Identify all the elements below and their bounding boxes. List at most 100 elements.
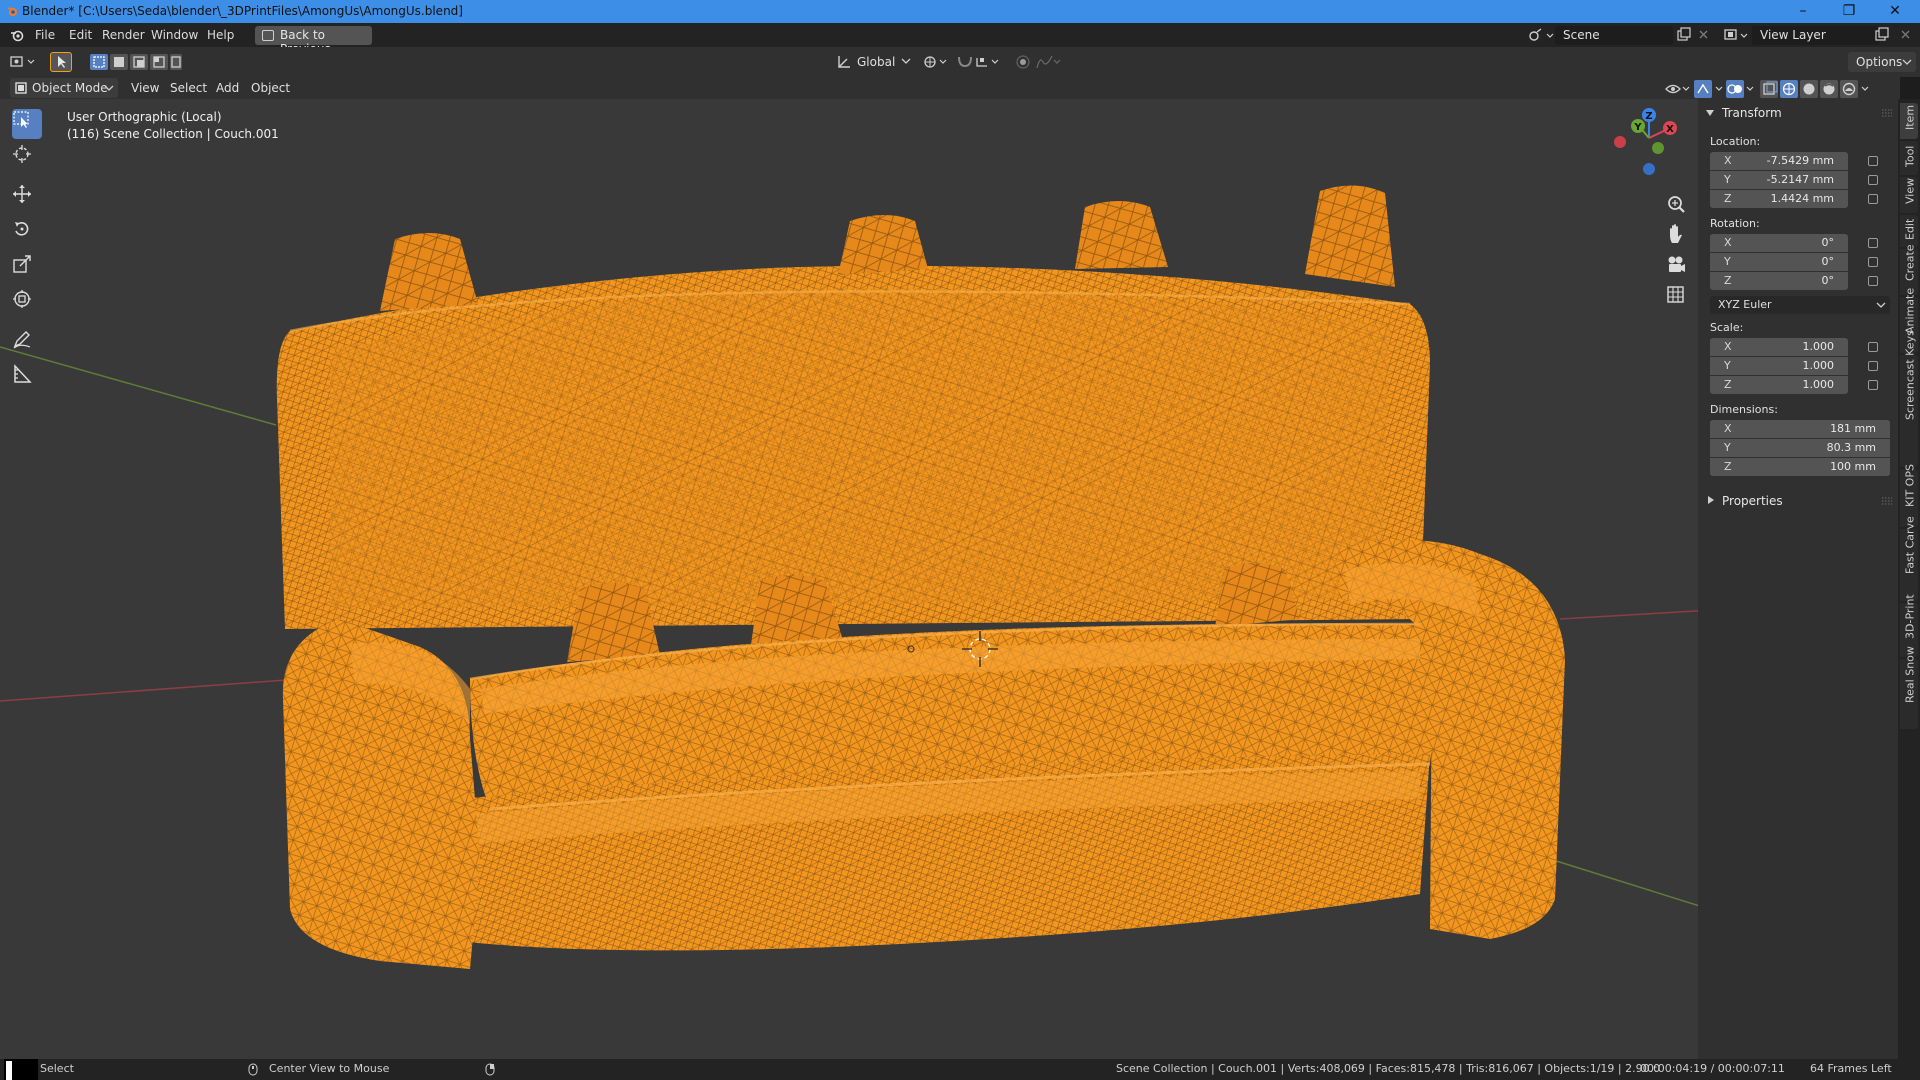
tab-tool[interactable]: Tool xyxy=(1900,141,1918,175)
scene-icon[interactable] xyxy=(1528,28,1554,42)
location-z-field[interactable]: Z 1.4424 mm xyxy=(1710,190,1848,208)
transform-orientation-label[interactable]: Global xyxy=(857,55,895,69)
scene-statistics: Scene Collection | Couch.001 | Verts:408… xyxy=(1116,1062,1661,1075)
scale-x-field[interactable]: X 1.000 xyxy=(1710,338,1848,356)
tab-view[interactable]: View xyxy=(1900,177,1918,213)
menu-help[interactable]: Help xyxy=(207,28,234,42)
move-tool[interactable] xyxy=(12,184,42,214)
collection-info: (116) Scene Collection | Couch.001 xyxy=(67,127,279,141)
menu-render[interactable]: Render xyxy=(102,28,145,42)
lock-icon[interactable] xyxy=(1868,238,1878,248)
pencil-icon xyxy=(13,331,31,349)
scale-z-field[interactable]: Z 1.000 xyxy=(1710,376,1848,394)
view-layer-copy-close-icons[interactable] xyxy=(1874,27,1916,43)
chevron-down-icon xyxy=(104,85,114,91)
lock-icon[interactable] xyxy=(1868,342,1878,352)
drag-handle-icon[interactable] xyxy=(1882,497,1892,505)
rotation-y-field[interactable]: Y 0° xyxy=(1710,253,1848,271)
annotate-tool[interactable] xyxy=(12,329,42,359)
menu-add[interactable]: Add xyxy=(216,81,239,95)
rotation-x-field[interactable]: X 0° xyxy=(1710,234,1848,252)
menu-file[interactable]: File xyxy=(35,28,55,42)
lock-icon[interactable] xyxy=(1868,361,1878,371)
lock-icon[interactable] xyxy=(1868,380,1878,390)
location-y-field[interactable]: Y -5.2147 mm xyxy=(1710,171,1848,189)
axis-label: Y xyxy=(1724,441,1731,454)
lock-icon[interactable] xyxy=(1868,276,1878,286)
tab-item[interactable]: Item xyxy=(1900,103,1918,139)
tab-edit[interactable]: Edit xyxy=(1900,215,1918,247)
rotate-tool[interactable] xyxy=(12,219,42,249)
3d-viewport[interactable]: User Orthographic (Local) (116) Scene Co… xyxy=(0,99,1900,1059)
rotation-z-field[interactable]: Z 0° xyxy=(1710,272,1848,290)
sidebar-n-panel: Transform Location: X -7.5429 mm Y -5.2147… xyxy=(1698,99,1898,1059)
scene-name-field[interactable]: Scene xyxy=(1555,26,1673,45)
tab-edit-label: Edit xyxy=(1903,218,1917,240)
axis-label: Z xyxy=(1724,274,1732,287)
zoom-icon xyxy=(1668,196,1685,213)
scene-copy-close-icons[interactable] xyxy=(1676,27,1712,43)
tab-3d-print-label: 3D-Print xyxy=(1903,594,1917,639)
measure-tool[interactable] xyxy=(12,364,42,394)
mouse-left-indicator xyxy=(4,1059,38,1080)
tab-screencast-keys[interactable]: Screencast Keys xyxy=(1900,330,1918,467)
dimensions-y-field[interactable]: Y 80.3 mm xyxy=(1710,439,1890,457)
scale-y-field[interactable]: Y 1.000 xyxy=(1710,357,1848,375)
editor-type-icon[interactable] xyxy=(10,54,40,70)
toggle-orthographic-button[interactable] xyxy=(1661,281,1691,309)
ruler-icon xyxy=(14,364,32,383)
transform-panel-header[interactable]: Transform xyxy=(1698,101,1898,125)
lock-icon[interactable] xyxy=(1868,257,1878,267)
viewport-header-menus: Object Mode View Select Add Object xyxy=(0,77,1900,99)
close-button[interactable]: ✕ xyxy=(1872,0,1918,23)
properties-panel-header[interactable]: Properties xyxy=(1698,489,1898,513)
axis-label: X xyxy=(1724,422,1732,435)
blender-menu-icon[interactable] xyxy=(10,28,24,42)
selection-mode-icons[interactable] xyxy=(90,54,182,70)
options-dropdown[interactable]: Options xyxy=(1848,52,1916,72)
frames-left: 64 Frames Left xyxy=(1810,1062,1892,1075)
pan-button[interactable] xyxy=(1661,221,1691,249)
couch-wireframe-mesh[interactable] xyxy=(276,185,1565,969)
tab-fast-carve[interactable]: Fast Carve xyxy=(1900,516,1918,601)
pivot-snap-proportional-icons[interactable] xyxy=(922,54,1062,70)
cursor-tool[interactable] xyxy=(12,144,42,174)
scale-tool[interactable] xyxy=(12,254,42,284)
camera-view-button[interactable] xyxy=(1661,251,1691,279)
lock-icon[interactable] xyxy=(1868,194,1878,204)
rotate-icon xyxy=(15,222,29,236)
menu-edit[interactable]: Edit xyxy=(69,28,92,42)
playback-time: 00:00:04:19 / 00:00:07:11 xyxy=(1640,1062,1785,1075)
location-x-field[interactable]: X -7.5429 mm xyxy=(1710,152,1848,170)
rotation-mode-dropdown[interactable]: XYZ Euler xyxy=(1710,296,1890,314)
maximize-button[interactable]: ❐ xyxy=(1826,0,1872,23)
viewport-header-tools: Global Options xyxy=(0,47,1920,77)
tab-real-snow[interactable]: Real Snow xyxy=(1900,646,1918,729)
view-layer-name-field[interactable]: View Layer xyxy=(1752,26,1880,45)
back-to-previous-button[interactable]: Back to Previous xyxy=(255,26,372,56)
chevron-down-icon xyxy=(1902,59,1912,65)
zoom-button[interactable] xyxy=(1661,191,1691,219)
dimensions-x-field[interactable]: X 181 mm xyxy=(1710,420,1890,438)
tool-select-indicator[interactable] xyxy=(50,52,72,72)
lock-icon[interactable] xyxy=(1868,156,1878,166)
menu-object[interactable]: Object xyxy=(251,81,290,95)
dimensions-x-value: 181 mm xyxy=(1830,422,1876,435)
select-box-tool[interactable] xyxy=(12,109,42,139)
axis-label: X xyxy=(1724,154,1732,167)
dimensions-z-field[interactable]: Z 100 mm xyxy=(1710,458,1890,476)
menu-view[interactable]: View xyxy=(131,81,159,95)
navigation-gizmo[interactable]: Z Y X xyxy=(1604,105,1678,189)
chevron-down-icon[interactable] xyxy=(901,58,911,66)
viewport-scene xyxy=(0,185,1900,970)
transform-orientation-icon[interactable] xyxy=(836,54,852,70)
drag-handle-icon[interactable] xyxy=(1882,109,1892,117)
menu-window[interactable]: Window xyxy=(151,28,198,42)
lock-icon[interactable] xyxy=(1868,175,1878,185)
transform-tool[interactable] xyxy=(12,289,42,319)
menu-select[interactable]: Select xyxy=(170,81,207,95)
object-mode-dropdown[interactable]: Object Mode xyxy=(10,78,118,98)
viewport-shading-icons[interactable] xyxy=(1664,80,1900,98)
view-layer-icon[interactable] xyxy=(1724,28,1750,42)
minimize-button[interactable]: – xyxy=(1780,0,1826,23)
